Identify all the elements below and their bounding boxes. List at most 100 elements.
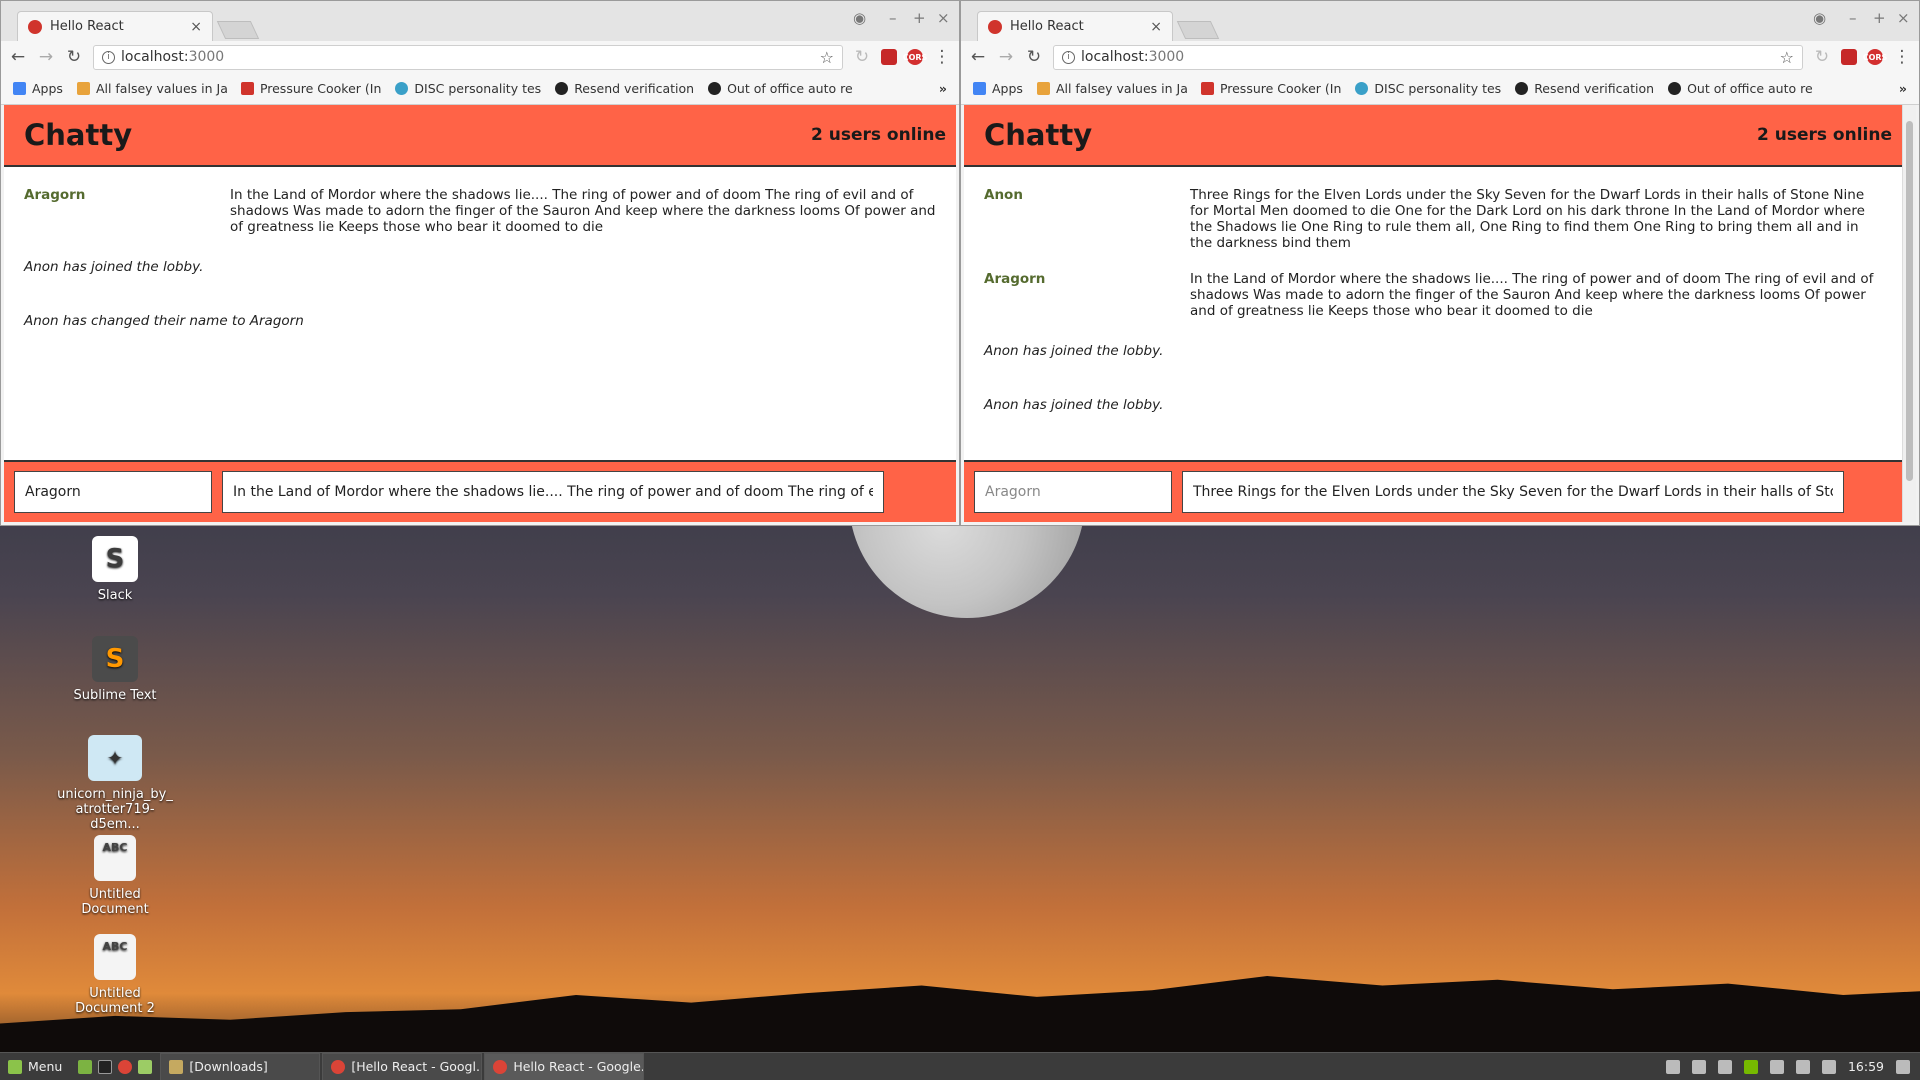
menu-kebab-icon[interactable]: ⋮ bbox=[1893, 47, 1911, 67]
info-icon[interactable]: i bbox=[1062, 50, 1075, 64]
chatty-app: Chatty 2 users online Aragorn In the Lan… bbox=[4, 105, 956, 522]
show-desktop-icon[interactable] bbox=[78, 1059, 93, 1074]
browser-tab[interactable]: Hello React × bbox=[977, 11, 1173, 41]
mint-logo-icon bbox=[8, 1059, 22, 1074]
files-icon[interactable] bbox=[138, 1059, 153, 1074]
bookmark-apps[interactable]: Apps bbox=[13, 81, 63, 96]
back-arrow-icon[interactable]: ← bbox=[9, 47, 27, 67]
bookmarks-overflow-icon[interactable]: » bbox=[1899, 81, 1907, 96]
github-icon bbox=[708, 82, 722, 95]
desktop-icon-untitled-document[interactable]: ABC Untitled Document bbox=[55, 835, 175, 917]
volume-icon[interactable] bbox=[1896, 1059, 1910, 1074]
url-port: 3000 bbox=[188, 49, 225, 65]
bookmarks-bar: Apps All falsey values in Ja Pressure Co… bbox=[1, 73, 959, 105]
username-input[interactable] bbox=[14, 471, 212, 513]
close-icon[interactable]: × bbox=[1897, 9, 1910, 27]
bookmark-out-of-office[interactable]: Out of office auto re bbox=[1668, 81, 1813, 96]
tab-close-icon[interactable]: × bbox=[1150, 19, 1162, 35]
sync-extension-icon[interactable]: ↻ bbox=[853, 47, 871, 67]
bookmarks-overflow-icon[interactable]: » bbox=[939, 81, 947, 96]
bookmark-pressure-cooker[interactable]: Pressure Cooker (In bbox=[1200, 81, 1341, 96]
bookmark-out-of-office[interactable]: Out of office auto re bbox=[708, 81, 853, 96]
reload-icon[interactable]: ↻ bbox=[65, 47, 83, 67]
message-username: Aragorn bbox=[984, 271, 1046, 287]
reload-icon[interactable]: ↻ bbox=[1025, 47, 1043, 67]
sync-extension-icon[interactable]: ↻ bbox=[1813, 47, 1831, 67]
star-icon[interactable]: ☆ bbox=[820, 48, 834, 67]
task-hello-react-1[interactable]: [Hello React - Googl... bbox=[322, 1052, 483, 1080]
browser-toolbar: ← → ↻ i localhost:3000 ☆ ↻ CORS ⋮ bbox=[1, 41, 959, 73]
cors-extension-icon[interactable]: CORS bbox=[1863, 49, 1887, 65]
desktop-icon-untitled-document-2[interactable]: ABC Untitled Document 2 bbox=[55, 934, 175, 1016]
settings-gear-icon[interactable] bbox=[1665, 1059, 1680, 1074]
address-bar[interactable]: i localhost:3000 ☆ bbox=[93, 44, 843, 70]
bookmark-pressure-cooker[interactable]: Pressure Cooker (In bbox=[240, 81, 382, 96]
extension-icon[interactable] bbox=[881, 49, 897, 65]
users-online-count: 2 users online bbox=[1757, 125, 1892, 145]
task-label: [Downloads] bbox=[189, 1059, 268, 1074]
app-brand: Chatty bbox=[984, 118, 1093, 152]
menu-kebab-icon[interactable]: ⋮ bbox=[933, 47, 951, 67]
new-tab-button[interactable] bbox=[216, 21, 260, 39]
extension-icon[interactable] bbox=[1841, 49, 1857, 65]
bookmark-disc[interactable]: DISC personality tes bbox=[395, 81, 541, 96]
profile-icon[interactable]: ◉ bbox=[1813, 9, 1826, 27]
message-username: Aragorn bbox=[24, 187, 86, 203]
mountain-silhouette bbox=[0, 976, 1920, 1052]
close-icon[interactable]: × bbox=[937, 9, 950, 27]
chrome-icon[interactable] bbox=[118, 1059, 133, 1074]
github-icon bbox=[555, 82, 569, 95]
desktop-icon-sublime-text[interactable]: S Sublime Text bbox=[55, 636, 175, 703]
browser-window-right: Hello React × ◉ – + × ← → ↻ i localhost:… bbox=[960, 0, 1920, 526]
chat-bar bbox=[964, 460, 1902, 522]
nvidia-icon[interactable] bbox=[1743, 1059, 1758, 1074]
star-icon[interactable]: ☆ bbox=[1780, 48, 1794, 67]
maximize-icon[interactable]: + bbox=[1873, 9, 1886, 27]
bookmark-label: Apps bbox=[32, 81, 63, 96]
page-scrollbar[interactable] bbox=[1902, 105, 1916, 522]
address-bar[interactable]: i localhost:3000 ☆ bbox=[1053, 44, 1803, 70]
scrollbar-thumb[interactable] bbox=[1906, 121, 1913, 481]
forward-arrow-icon[interactable]: → bbox=[997, 47, 1015, 67]
document-icon: ABC bbox=[94, 934, 136, 980]
bookmark-falsey[interactable]: All falsey values in Ja bbox=[76, 81, 227, 96]
minimize-icon[interactable]: – bbox=[889, 9, 897, 27]
forward-arrow-icon[interactable]: → bbox=[37, 47, 55, 67]
tab-close-icon[interactable]: × bbox=[190, 19, 202, 35]
shield-icon[interactable] bbox=[1691, 1059, 1706, 1074]
network-icon[interactable] bbox=[1795, 1059, 1810, 1074]
task-hello-react-2[interactable]: Hello React - Google... bbox=[484, 1052, 645, 1080]
bookmark-resend[interactable]: Resend verification bbox=[1515, 81, 1654, 96]
chat-message: Aragorn In the Land of Mordor where the … bbox=[984, 271, 1882, 319]
bookmark-resend[interactable]: Resend verification bbox=[555, 81, 694, 96]
maximize-icon[interactable]: + bbox=[913, 9, 926, 27]
back-arrow-icon[interactable]: ← bbox=[969, 47, 987, 67]
bluetooth-icon[interactable] bbox=[1717, 1059, 1732, 1074]
desktop-icon-slack[interactable]: S Slack bbox=[55, 536, 175, 603]
user-icon[interactable] bbox=[1769, 1059, 1784, 1074]
bookmark-label: Pressure Cooker (In bbox=[259, 81, 382, 96]
bookmark-disc[interactable]: DISC personality tes bbox=[1355, 81, 1501, 96]
profile-icon[interactable]: ◉ bbox=[853, 9, 866, 27]
bookmark-label: Out of office auto re bbox=[727, 81, 853, 96]
slack-icon: S bbox=[92, 536, 138, 582]
minimize-icon[interactable]: – bbox=[1849, 9, 1857, 27]
message-input[interactable] bbox=[1182, 471, 1844, 513]
system-tray: 16:59 bbox=[1665, 1059, 1920, 1074]
task-downloads[interactable]: [Downloads] bbox=[160, 1052, 321, 1080]
message-input[interactable] bbox=[222, 471, 884, 513]
terminal-icon[interactable] bbox=[98, 1059, 113, 1074]
battery-icon[interactable] bbox=[1821, 1059, 1836, 1074]
username-input[interactable] bbox=[974, 471, 1172, 513]
desktop-icon-unicorn-ninja[interactable]: ✦ unicorn_ninja_by_ atrotter719-d5em... bbox=[55, 735, 175, 832]
new-tab-button[interactable] bbox=[1176, 21, 1220, 39]
clock[interactable]: 16:59 bbox=[1848, 1059, 1884, 1074]
bookmark-falsey[interactable]: All falsey values in Ja bbox=[1036, 81, 1187, 96]
start-menu-button[interactable]: Menu bbox=[0, 1053, 70, 1080]
cors-extension-icon[interactable]: CORS bbox=[903, 49, 927, 65]
browser-tab[interactable]: Hello React × bbox=[17, 11, 213, 41]
sublime-text-icon: S bbox=[92, 636, 138, 682]
info-icon[interactable]: i bbox=[102, 50, 115, 64]
bookmark-apps[interactable]: Apps bbox=[973, 81, 1023, 96]
bookmark-label: Out of office auto re bbox=[1687, 81, 1813, 96]
